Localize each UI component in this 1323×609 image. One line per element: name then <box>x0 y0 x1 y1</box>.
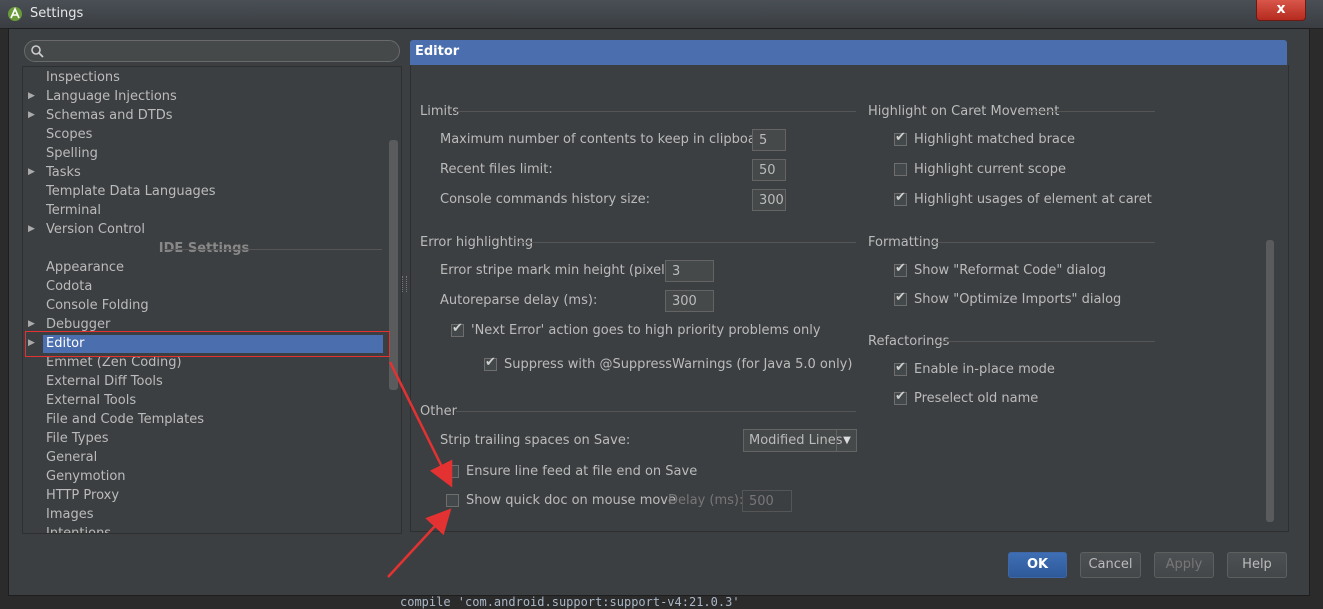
recent-files-field[interactable]: 50 <box>752 159 786 181</box>
autoreparse-label: Autoreparse delay (ms): <box>440 293 598 308</box>
splitter-handle[interactable] <box>402 276 407 292</box>
reformat-checkbox[interactable] <box>894 261 907 277</box>
console-history-label: Console commands history size: <box>440 192 650 207</box>
tree-item-label: Spelling <box>46 146 98 161</box>
optimize-checkbox[interactable] <box>894 290 907 306</box>
cancel-button[interactable]: Cancel <box>1080 552 1141 578</box>
inplace-label: Enable in-place mode <box>914 362 1055 377</box>
help-button[interactable]: Help <box>1227 552 1287 578</box>
formatting-divider <box>932 242 1155 243</box>
inplace-checkbox[interactable] <box>894 360 907 376</box>
optimize-label: Show "Optimize Imports" dialog <box>914 292 1122 307</box>
quick-doc-checkbox[interactable] <box>446 494 459 507</box>
background-code-line: compile 'com.android.support:support-v4:… <box>400 595 740 609</box>
current-scope-checkbox[interactable] <box>894 163 907 176</box>
limits-group-title: Limits <box>420 104 459 119</box>
tree-item-label: Console Folding <box>46 298 149 313</box>
tree-item-label: External Diff Tools <box>46 374 163 389</box>
formatting-group-title: Formatting <box>868 235 940 250</box>
delay-field[interactable]: 500 <box>742 490 792 512</box>
refactorings-divider <box>940 341 1155 342</box>
console-history-field[interactable]: 300 <box>752 189 786 211</box>
usages-checkbox[interactable] <box>894 190 907 206</box>
line-feed-checkbox[interactable] <box>446 465 459 478</box>
autoreparse-field[interactable]: 300 <box>665 290 714 312</box>
preselect-checkbox[interactable] <box>894 389 907 405</box>
tree-item-label: Intentions <box>46 526 112 534</box>
tree-item-label: Terminal <box>46 203 101 218</box>
panel-title: Editor <box>415 44 460 59</box>
tree-item-label: Inspections <box>46 70 120 85</box>
tree-item-label: Version Control <box>46 222 145 237</box>
strip-spaces-label: Strip trailing spaces on Save: <box>440 433 631 448</box>
expand-arrow-icon[interactable]: ▶ <box>28 220 35 239</box>
usages-label: Highlight usages of element at caret <box>914 192 1152 207</box>
ok-button[interactable]: OK <box>1008 552 1067 578</box>
matched-brace-checkbox[interactable] <box>894 130 907 146</box>
tree-item-label: HTTP Proxy <box>46 488 120 503</box>
clipboard-label: Maximum number of contents to keep in cl… <box>440 132 774 147</box>
expand-arrow-icon[interactable]: ▶ <box>28 87 35 106</box>
expand-arrow-icon[interactable]: ▶ <box>28 163 35 182</box>
reformat-label: Show "Reformat Code" dialog <box>914 263 1107 278</box>
limits-divider <box>456 111 856 112</box>
delay-label: Delay (ms): <box>668 493 744 508</box>
tree-item-label: Schemas and DTDs <box>46 108 173 123</box>
current-scope-label: Highlight current scope <box>914 162 1066 177</box>
tree-scrollbar[interactable] <box>389 140 398 390</box>
line-feed-label: Ensure line feed at file end on Save <box>466 464 698 479</box>
expand-arrow-icon[interactable]: ▶ <box>28 106 35 125</box>
next-error-label: 'Next Error' action goes to high priorit… <box>471 323 821 338</box>
tree-item-label: Images <box>46 507 94 522</box>
tree-item-label: Codota <box>46 279 93 294</box>
error-group-title: Error highlighting <box>420 235 534 250</box>
apply-button[interactable]: Apply <box>1154 552 1214 578</box>
panel-scrollbar[interactable] <box>1266 240 1274 522</box>
settings-tree: Inspections ▶ Language Injections ▶ Schemas … <box>22 66 402 534</box>
refactorings-group-title: Refactorings <box>868 334 950 349</box>
quick-doc-label: Show quick doc on mouse move <box>466 493 676 508</box>
tree-item-label: Scopes <box>46 127 93 142</box>
stripe-height-field[interactable]: 3 <box>665 260 714 282</box>
annotation-highlight-box <box>25 331 390 357</box>
tree-item-label: Appearance <box>46 260 125 275</box>
tree-item-label: General <box>46 450 98 465</box>
tree-section-divider <box>165 249 382 250</box>
caret-divider <box>1030 111 1155 112</box>
chevron-down-icon[interactable]: ▼ <box>836 430 857 451</box>
strip-spaces-value: Modified Lines <box>749 433 843 448</box>
other-divider <box>456 411 856 412</box>
clipboard-field[interactable]: 5 <box>752 129 786 151</box>
tree-item-label: Language Injections <box>46 89 177 104</box>
android-studio-icon <box>8 7 22 21</box>
title-bar[interactable] <box>0 0 1323 29</box>
other-group-title: Other <box>420 404 457 419</box>
tree-item-label: Genymotion <box>46 469 126 484</box>
matched-brace-label: Highlight matched brace <box>914 132 1076 147</box>
close-button[interactable]: x <box>1256 0 1306 21</box>
error-divider <box>518 242 856 243</box>
tree-item-label: File and Code Templates <box>46 412 204 427</box>
search-input[interactable] <box>24 40 400 62</box>
panel-header <box>410 40 1287 65</box>
recent-files-label: Recent files limit: <box>440 162 553 177</box>
window-title: Settings <box>30 6 84 21</box>
tree-item-label: External Tools <box>46 393 137 408</box>
tree-item-label: File Types <box>46 431 109 446</box>
suppress-checkbox[interactable] <box>484 355 497 371</box>
stripe-height-label: Error stripe mark min height (pixels): <box>440 263 681 278</box>
suppress-label: Suppress with @SuppressWarnings (for Jav… <box>504 357 853 372</box>
tree-item-label: Template Data Languages <box>46 184 216 199</box>
next-error-checkbox[interactable] <box>451 321 464 337</box>
tree-item-label: Tasks <box>46 165 81 180</box>
search-icon <box>31 45 44 58</box>
preselect-label: Preselect old name <box>914 391 1039 406</box>
background-edge <box>1309 28 1323 594</box>
